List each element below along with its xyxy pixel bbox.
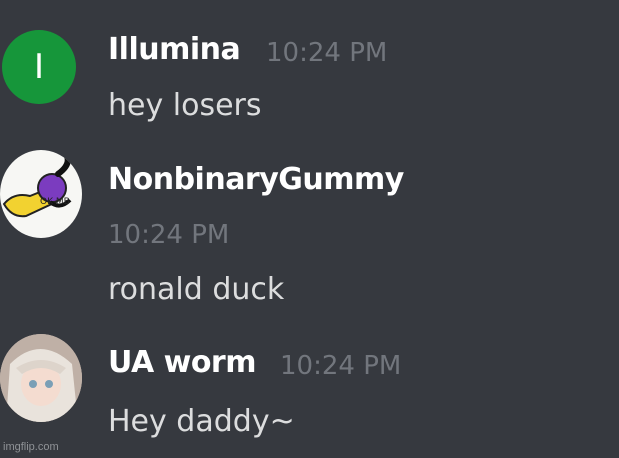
message-text: ronald duck [108, 272, 285, 307]
username[interactable]: UA worm [108, 345, 256, 380]
timestamp: 10:24 PM [108, 220, 230, 250]
avatar-badge: OK MB [40, 197, 70, 207]
username[interactable]: NonbinaryGummy [108, 162, 404, 197]
message-text: Hey daddy~ [108, 404, 295, 439]
watermark: imgflip.com [3, 441, 59, 453]
avatar-initial: I [33, 47, 45, 87]
anime-avatar-icon [0, 334, 82, 422]
username[interactable]: Illumina [108, 32, 241, 67]
timestamp: 10:24 PM [266, 38, 388, 68]
avatar[interactable]: I [2, 30, 76, 104]
message-text: hey losers [108, 88, 262, 123]
avatar[interactable] [0, 334, 82, 422]
avatar[interactable]: OK MB [0, 150, 82, 238]
gummy-avatar-icon: OK MB [2, 151, 72, 218]
timestamp: 10:24 PM [280, 351, 402, 381]
